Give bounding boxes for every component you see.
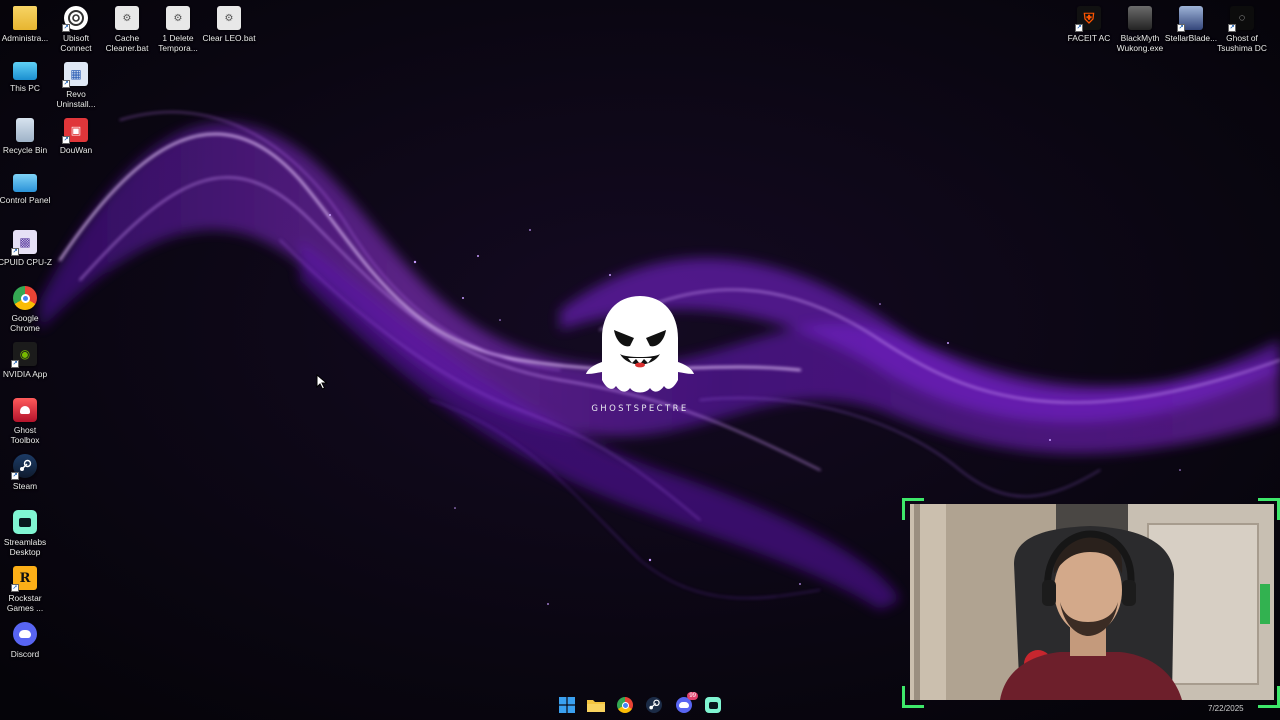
notification-badge: 99 — [687, 692, 698, 700]
webcam-overlay — [902, 498, 1280, 708]
start-button[interactable] — [556, 694, 578, 716]
desktop-icon-cpuz[interactable]: ▩ ↗ CPUID CPU-Z — [0, 230, 52, 267]
streamlabs-icon — [705, 697, 721, 713]
webcam-frame-corner — [1258, 498, 1280, 520]
file-explorer-icon — [587, 700, 605, 712]
desktop-icon-clear-leo[interactable]: ⚙ Clear LEO.bat — [202, 6, 256, 43]
blackmyth-icon — [1128, 6, 1152, 30]
desktop-icon-ghost-toolbox[interactable]: Ghost Toolbox — [0, 398, 51, 445]
shortcut-arrow-icon: ↗ — [11, 360, 19, 368]
shortcut-arrow-icon: ↗ — [11, 248, 19, 256]
taskbar — [0, 690, 1280, 720]
bat-file-icon: ⚙ — [115, 6, 139, 30]
desktop-icon-nvidia-app[interactable]: ◉ ↗ NVIDIA App — [0, 342, 51, 379]
desktop-icon-administrator-folder[interactable]: Administra... — [0, 6, 51, 43]
desktop-icon-faceit-ac[interactable]: ⛨ ↗ FACEIT AC — [1063, 6, 1115, 43]
revo-uninstaller-icon: ▦ ↗ — [62, 62, 88, 88]
discord-icon — [13, 622, 37, 646]
desktop-icon-revo-uninstaller[interactable]: ▦ ↗ Revo Uninstall... — [50, 62, 102, 109]
desktop-icon-delete-temporary[interactable]: ⚙ 1 Delete Tempora... — [152, 6, 204, 53]
ghost-of-tsushima-icon: ◌ ↗ — [1228, 6, 1254, 32]
shortcut-arrow-icon: ↗ — [11, 472, 19, 480]
taskbar-chrome[interactable] — [614, 694, 636, 716]
chrome-icon — [617, 697, 633, 713]
bat-file-icon: ⚙ — [166, 6, 190, 30]
control-panel-icon — [13, 174, 37, 192]
chrome-icon — [13, 286, 37, 310]
desktop-icon-this-pc[interactable]: This PC — [0, 62, 51, 93]
steam-icon: ↗ — [11, 454, 37, 480]
this-pc-icon — [13, 62, 37, 80]
nvidia-icon: ◉ ↗ — [11, 342, 37, 368]
shortcut-arrow-icon: ↗ — [62, 24, 70, 32]
stellarblade-icon: ↗ — [1177, 6, 1203, 32]
ghost-icon — [586, 296, 694, 393]
desktop-icon-control-panel[interactable]: Control Panel — [0, 174, 51, 205]
taskbar-date[interactable]: 7/22/2025 — [1208, 704, 1244, 713]
cpuz-icon: ▩ ↗ — [11, 230, 37, 256]
streamlabs-icon — [13, 510, 37, 534]
rockstar-icon: R ↗ — [11, 566, 37, 592]
desktop-icon-recycle-bin[interactable]: Recycle Bin — [0, 118, 51, 155]
mouse-cursor-icon — [316, 374, 328, 390]
shortcut-arrow-icon: ↗ — [1228, 24, 1236, 32]
taskbar-steam[interactable] — [643, 694, 665, 716]
desktop-icon-ubisoft-connect[interactable]: ↗ Ubisoft Connect — [50, 6, 102, 53]
taskbar-discord[interactable]: 99 — [673, 692, 698, 716]
webcam-video — [910, 504, 1274, 700]
desktop-icon-streamlabs-desktop[interactable]: Streamlabs Desktop — [0, 510, 51, 557]
ubisoft-icon: ↗ — [62, 6, 88, 32]
desktop-icon-discord[interactable]: Discord — [0, 622, 51, 659]
folder-icon — [13, 6, 37, 30]
bat-file-icon: ⚙ — [217, 6, 241, 30]
shortcut-arrow-icon: ↗ — [11, 584, 19, 592]
steam-icon — [646, 697, 662, 713]
start-icon — [559, 697, 575, 713]
ghost-toolbox-icon — [13, 398, 37, 422]
desktop-icon-stellarblade[interactable]: ↗ StellarBlade... — [1165, 6, 1217, 43]
shortcut-arrow-icon: ↗ — [1177, 24, 1185, 32]
desktop-icon-cache-cleaner[interactable]: ⚙ Cache Cleaner.bat — [101, 6, 153, 53]
douwan-icon: ▣ ↗ — [62, 118, 88, 144]
taskbar-streamlabs[interactable] — [702, 694, 724, 716]
desktop-icon-blackmyth-wukong[interactable]: BlackMyth Wukong.exe — [1114, 6, 1166, 53]
ghostspectre-logo: GHOSTSPECTRE — [584, 292, 696, 414]
logo-text: GHOSTSPECTRE — [591, 404, 689, 414]
desktop-icon-steam[interactable]: ↗ Steam — [0, 454, 51, 491]
recycle-bin-icon — [16, 118, 34, 142]
taskbar-file-explorer[interactable] — [585, 694, 607, 716]
faceit-icon: ⛨ ↗ — [1075, 6, 1101, 32]
desktop-icon-ghost-of-tsushima[interactable]: ◌ ↗ Ghost of Tsushima DC — [1216, 6, 1268, 53]
shortcut-arrow-icon: ↗ — [62, 136, 70, 144]
webcam-frame-corner — [902, 498, 924, 520]
shortcut-arrow-icon: ↗ — [62, 80, 70, 88]
desktop-icon-douwan[interactable]: ▣ ↗ DouWan — [50, 118, 102, 155]
desktop-icon-rockstar-games[interactable]: R ↗ Rockstar Games ... — [0, 566, 51, 613]
shortcut-arrow-icon: ↗ — [1075, 24, 1083, 32]
desktop-icon-google-chrome[interactable]: Google Chrome — [0, 286, 51, 333]
